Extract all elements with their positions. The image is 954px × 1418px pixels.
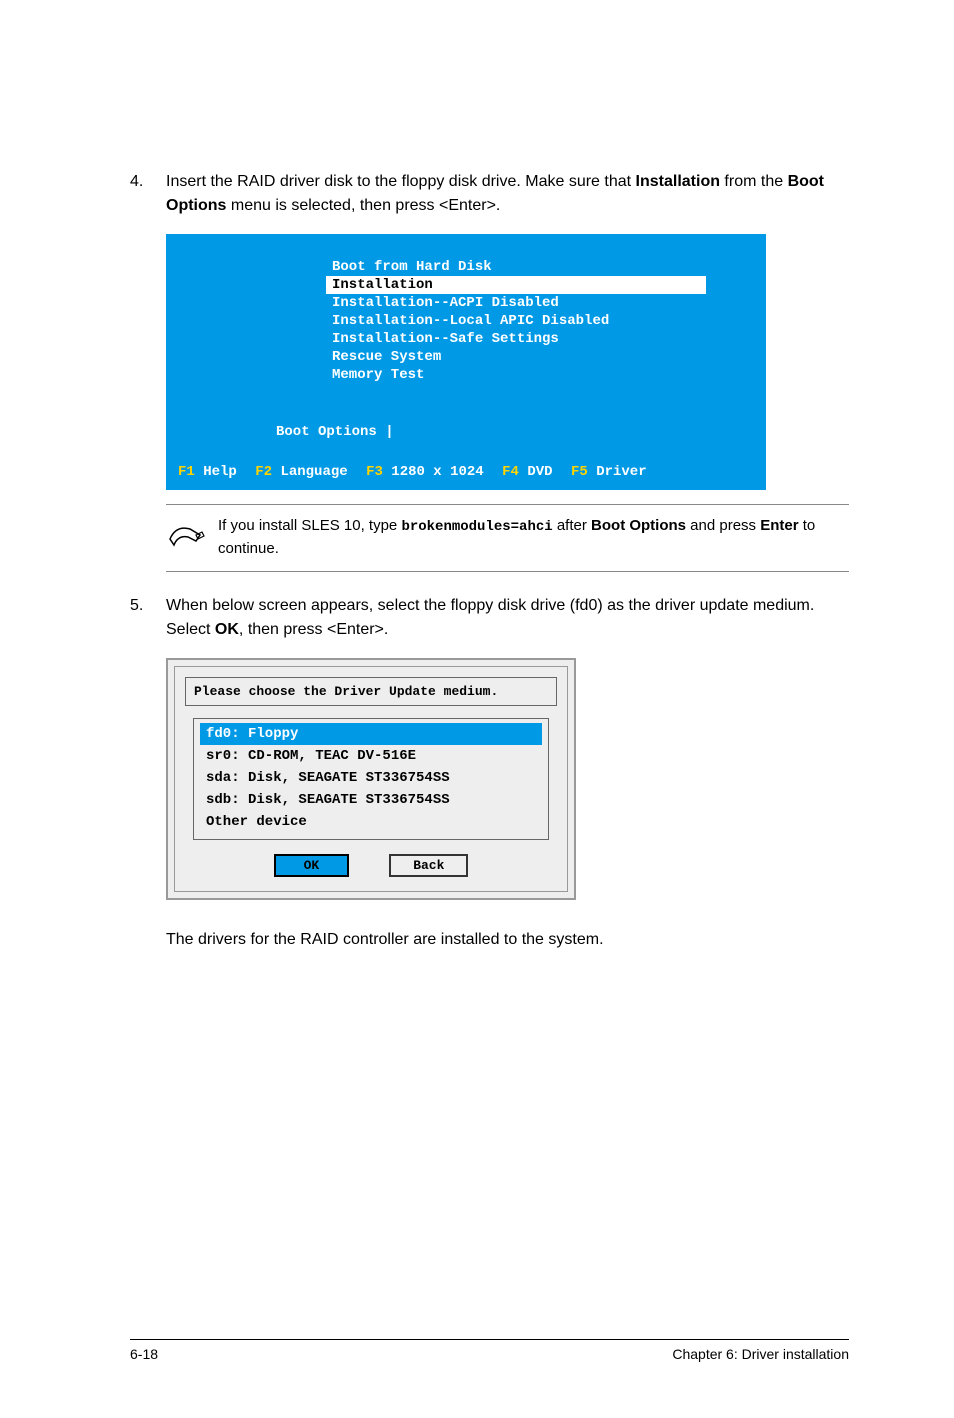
footer-page-number: 6-18 [130, 1346, 158, 1362]
dialog-item-fd0[interactable]: fd0: Floppy [200, 723, 542, 745]
fkey-f5-label[interactable]: Driver [596, 464, 646, 480]
closing-text: The drivers for the RAID controller are … [166, 928, 849, 952]
note-code: brokenmodules=ahci [401, 519, 552, 535]
fkey-f3-key: F3 [366, 464, 383, 480]
dialog-item-other[interactable]: Other device [200, 811, 542, 833]
step-5-number: 5. [130, 594, 166, 642]
dialog-item-sda[interactable]: sda: Disk, SEAGATE ST336754SS [200, 767, 542, 789]
ok-button[interactable]: OK [274, 854, 350, 877]
step-4-text: Insert the RAID driver disk to the flopp… [166, 170, 849, 218]
fkey-f4-key: F4 [502, 464, 519, 480]
dialog-button-row: OK Back [175, 854, 567, 891]
note-text: If you install SLES 10, type brokenmodul… [218, 515, 849, 561]
fkey-f1-label[interactable]: Help [203, 464, 237, 480]
driver-update-dialog: Please choose the Driver Update medium. … [166, 658, 576, 900]
dialog-item-sdb[interactable]: sdb: Disk, SEAGATE ST336754SS [200, 789, 542, 811]
driver-update-dialog-inner: Please choose the Driver Update medium. … [174, 666, 568, 892]
boot-menu-item-installation[interactable]: Installation [326, 276, 706, 294]
step-4-bold-installation: Installation [636, 173, 720, 190]
step-4-number: 4. [130, 170, 166, 218]
back-button[interactable]: Back [389, 854, 468, 877]
note-icon [166, 515, 206, 555]
note-text-mid2: and press [686, 517, 760, 534]
step-4-text-mid: from the [720, 173, 788, 190]
fkey-f2-label[interactable]: Language [280, 464, 347, 480]
boot-menu-item-memory-test[interactable]: Memory Test [326, 366, 766, 384]
step-5-text: When below screen appears, select the fl… [166, 594, 849, 642]
boot-menu-item-safe-settings[interactable]: Installation--Safe Settings [326, 330, 766, 348]
fkey-f4-label[interactable]: DVD [527, 464, 552, 480]
boot-options-prompt[interactable]: Boot Options | [276, 424, 766, 440]
step-4-text-pre: Insert the RAID driver disk to the flopp… [166, 173, 636, 190]
boot-menu-item-apic-disabled[interactable]: Installation--Local APIC Disabled [326, 312, 766, 330]
footer-chapter: Chapter 6: Driver installation [672, 1346, 849, 1362]
note-block: If you install SLES 10, type brokenmodul… [166, 504, 849, 572]
step-5-text-post: , then press <Enter>. [239, 621, 388, 638]
dialog-medium-list[interactable]: fd0: Floppy sr0: CD-ROM, TEAC DV-516E sd… [193, 718, 549, 840]
step-5-bold-ok: OK [215, 621, 239, 638]
dialog-item-sr0[interactable]: sr0: CD-ROM, TEAC DV-516E [200, 745, 542, 767]
note-text-mid: after [553, 517, 591, 534]
step-4-text-post: menu is selected, then press <Enter>. [226, 197, 500, 214]
note-bold-enter: Enter [760, 517, 798, 534]
boot-screen: Boot from Hard Disk Installation Install… [166, 234, 766, 490]
fkey-f2-key: F2 [255, 464, 272, 480]
boot-fkey-bar: F1 Help F2 Language F3 1280 x 1024 F4 DV… [166, 464, 766, 480]
fkey-f5-key: F5 [571, 464, 588, 480]
dialog-header: Please choose the Driver Update medium. [185, 677, 557, 706]
fkey-f1-key: F1 [178, 464, 195, 480]
step-4: 4. Insert the RAID driver disk to the fl… [130, 170, 849, 218]
boot-menu-item-hard-disk[interactable]: Boot from Hard Disk [326, 258, 766, 276]
note-text-pre: If you install SLES 10, type [218, 517, 401, 534]
boot-menu-item-rescue-system[interactable]: Rescue System [326, 348, 766, 366]
boot-menu-item-acpi-disabled[interactable]: Installation--ACPI Disabled [326, 294, 766, 312]
page-footer: 6-18 Chapter 6: Driver installation [130, 1339, 849, 1362]
fkey-f3-label[interactable]: 1280 x 1024 [391, 464, 483, 480]
step-5: 5. When below screen appears, select the… [130, 594, 849, 642]
note-bold-boot-options: Boot Options [591, 517, 686, 534]
